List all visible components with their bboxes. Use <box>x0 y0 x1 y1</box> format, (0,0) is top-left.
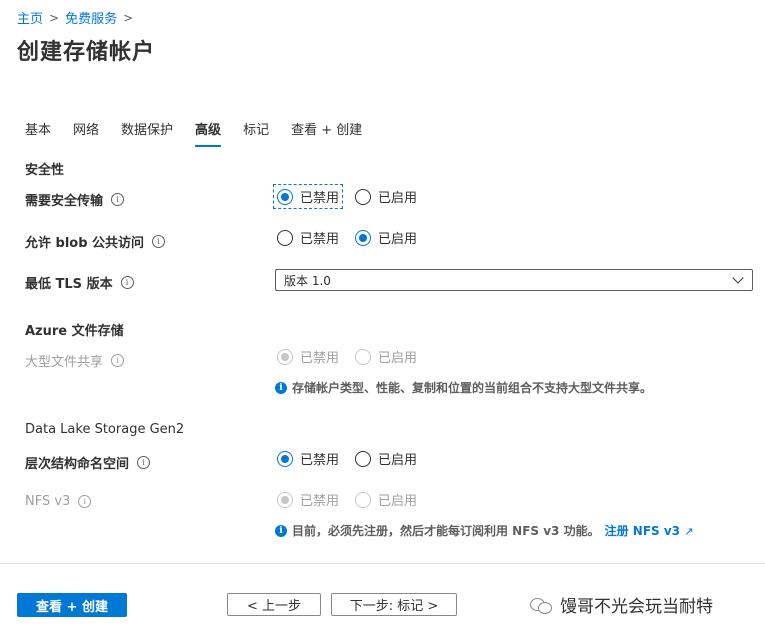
radio-unselected-icon <box>355 188 372 205</box>
section-data-lake-title: Data Lake Storage Gen2 <box>25 422 185 437</box>
large-share-disabled-radio: 已禁用 <box>275 346 341 367</box>
info-filled-icon: i <box>275 381 287 394</box>
hierarchical-namespace-label-text: 层次结构命名空间 <box>25 457 130 472</box>
secure-transfer-label: 需要安全传输 i <box>25 190 125 209</box>
tab-networking[interactable]: 网络 <box>73 119 99 147</box>
nfs-v3-label: NFS v3 i <box>25 494 92 509</box>
tab-bar: 基本 网络 数据保护 高级 标记 查看 + 创建 <box>25 119 384 147</box>
info-icon[interactable]: i <box>152 235 166 248</box>
chevron-down-icon <box>732 272 744 284</box>
secure-transfer-label-text: 需要安全传输 <box>25 194 104 209</box>
radio-selected-icon <box>277 491 293 508</box>
tab-basics[interactable]: 基本 <box>25 119 51 147</box>
hns-disabled-radio[interactable]: 已禁用 <box>275 448 341 469</box>
large-file-share-label: 大型文件共享 i <box>25 351 125 370</box>
radio-selected-icon <box>277 450 293 467</box>
tab-tags[interactable]: 标记 <box>243 119 269 147</box>
large-share-enabled-radio: 已启用 <box>353 346 419 367</box>
blob-public-access-radio-group: 已禁用 已启用 <box>275 227 431 248</box>
radio-label: 已禁用 <box>300 191 340 206</box>
watermark-text: 馒哥不光会玩当耐特 <box>560 597 713 617</box>
info-icon[interactable]: i <box>120 276 134 289</box>
register-nfs-v3-link[interactable]: 注册 NFS v3 ↗ <box>605 522 694 539</box>
blob-public-disabled-radio[interactable]: 已禁用 <box>275 227 341 248</box>
large-file-share-label-text: 大型文件共享 <box>25 355 104 370</box>
wechat-icon <box>530 596 552 614</box>
breadcrumb-home[interactable]: 主页 <box>17 8 43 27</box>
radio-label: 已启用 <box>378 191 418 206</box>
breadcrumb: 主页 > 免费服务 > <box>17 8 134 28</box>
next-button[interactable]: 下一步: 标记 > <box>331 593 457 616</box>
nfs-disabled-radio: 已禁用 <box>275 489 341 510</box>
nfs-v3-radio-group: 已禁用 已启用 <box>275 489 431 510</box>
page-title: 创建存储帐户 <box>17 40 156 65</box>
tls-version-label: 最低 TLS 版本 i <box>25 273 134 292</box>
tls-version-value: 版本 1.0 <box>284 273 331 288</box>
large-file-share-note-text: 存储帐户类型、性能、复制和位置的当前组合不支持大型文件共享。 <box>292 381 653 395</box>
radio-label: 已禁用 <box>300 494 340 509</box>
nfs-v3-note-text: 目前，必须先注册，然后才能每订阅利用 NFS v3 功能。 <box>292 524 600 538</box>
breadcrumb-free-services[interactable]: 免费服务 <box>65 8 117 27</box>
hierarchical-namespace-label: 层次结构命名空间 i <box>25 453 151 472</box>
secure-transfer-enabled-radio[interactable]: 已启用 <box>353 186 419 207</box>
large-file-share-note: i 存储帐户类型、性能、复制和位置的当前组合不支持大型文件共享。 <box>275 379 652 396</box>
hns-enabled-radio[interactable]: 已启用 <box>353 448 419 469</box>
secure-transfer-disabled-radio[interactable]: 已禁用 <box>272 184 344 209</box>
blob-public-enabled-radio[interactable]: 已启用 <box>353 227 419 248</box>
blob-public-access-label: 允许 blob 公共访问 i <box>25 232 166 251</box>
info-filled-icon: i <box>275 524 287 537</box>
info-icon[interactable]: i <box>111 354 125 367</box>
radio-selected-icon <box>277 188 293 205</box>
radio-unselected-icon <box>355 450 372 467</box>
nfs-v3-label-text: NFS v3 <box>25 494 71 509</box>
info-icon[interactable]: i <box>137 456 151 469</box>
chevron-right-icon: > <box>123 10 134 25</box>
radio-label: 已启用 <box>378 351 418 366</box>
review-create-button[interactable]: 查看 + 创建 <box>17 593 127 617</box>
radio-label: 已禁用 <box>300 453 340 468</box>
previous-button[interactable]: < 上一步 <box>227 593 321 616</box>
external-link-icon: ↗ <box>684 525 694 538</box>
chevron-right-icon: > <box>49 10 60 25</box>
large-file-share-radio-group: 已禁用 已启用 <box>275 346 431 367</box>
radio-selected-icon <box>355 229 372 246</box>
radio-label: 已启用 <box>378 232 418 247</box>
info-icon[interactable]: i <box>111 193 125 206</box>
tab-advanced[interactable]: 高级 <box>195 119 222 147</box>
blob-public-access-label-text: 允许 blob 公共访问 <box>25 236 145 251</box>
radio-label: 已启用 <box>378 453 418 468</box>
radio-label: 已禁用 <box>300 232 340 247</box>
tls-version-select[interactable]: 版本 1.0 <box>275 269 753 291</box>
watermark: 馒哥不光会玩当耐特 <box>530 592 713 617</box>
info-icon[interactable]: i <box>78 495 92 508</box>
tls-version-label-text: 最低 TLS 版本 <box>25 277 113 292</box>
secure-transfer-radio-group: 已禁用 已启用 <box>272 184 431 209</box>
radio-unselected-icon <box>355 491 372 508</box>
section-azure-files-title: Azure 文件存储 <box>25 324 124 339</box>
tab-data-protection[interactable]: 数据保护 <box>121 119 173 147</box>
section-security-title: 安全性 <box>25 163 65 178</box>
radio-label: 已禁用 <box>300 351 340 366</box>
footer-divider <box>0 563 765 564</box>
nfs-v3-note: i 目前，必须先注册，然后才能每订阅利用 NFS v3 功能。 注册 NFS v… <box>275 522 693 539</box>
radio-unselected-icon <box>277 229 293 246</box>
radio-label: 已启用 <box>378 494 418 509</box>
register-nfs-v3-link-text: 注册 NFS v3 <box>604 524 681 538</box>
nfs-enabled-radio: 已启用 <box>353 489 419 510</box>
radio-selected-icon <box>277 348 293 365</box>
hierarchical-namespace-radio-group: 已禁用 已启用 <box>275 448 431 469</box>
tab-review-create[interactable]: 查看 + 创建 <box>291 119 362 147</box>
radio-unselected-icon <box>355 348 372 365</box>
